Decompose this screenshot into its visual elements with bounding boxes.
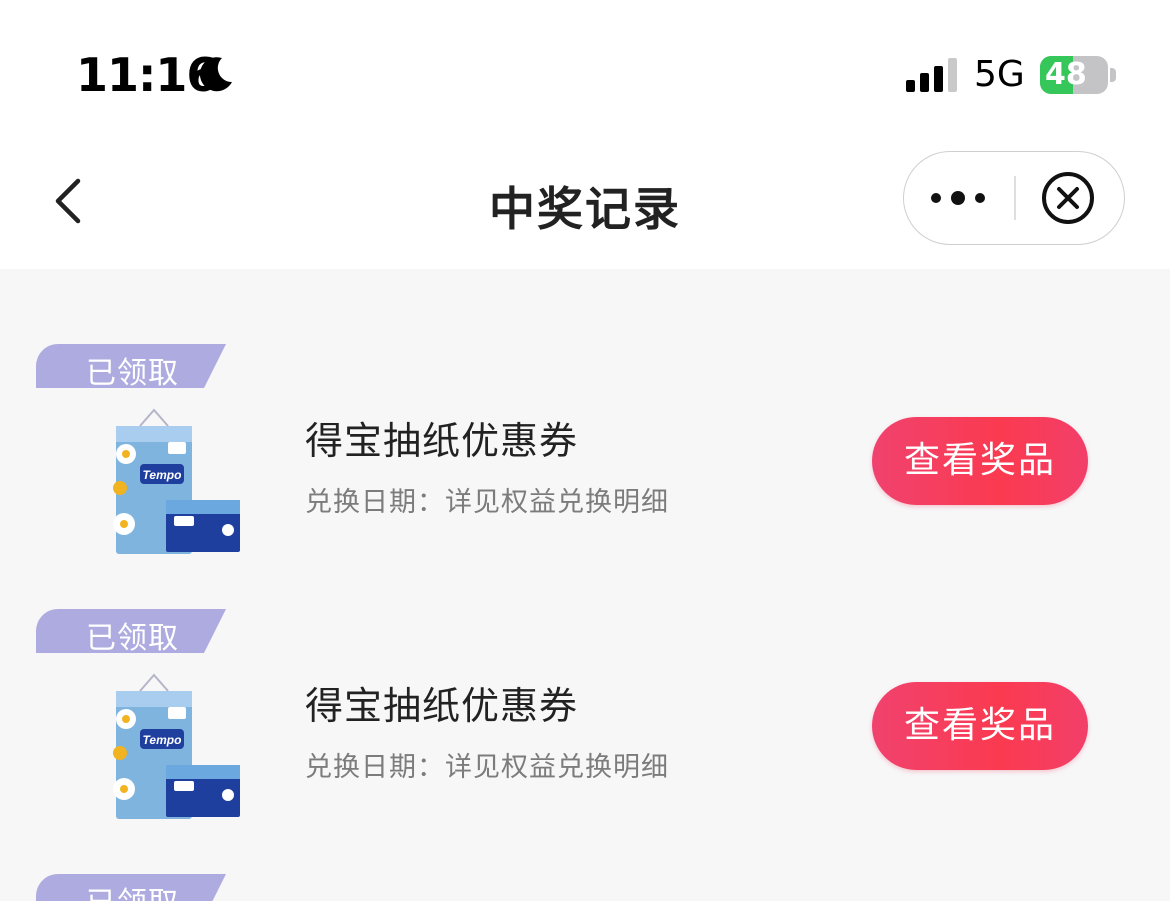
- redeem-date: 兑换日期：详见权益兑换明细: [305, 752, 669, 783]
- status-bar: 11:16 5G 48: [0, 0, 1170, 135]
- view-prize-button[interactable]: 查看奖品: [872, 417, 1088, 505]
- svg-text:Tempo: Tempo: [143, 733, 182, 747]
- status-tag-label: 已领取: [86, 878, 179, 901]
- prize-record: 已领取: [0, 874, 1170, 901]
- more-dots-icon[interactable]: [926, 174, 990, 222]
- mini-program-capsule: [903, 151, 1125, 245]
- status-tag: 已领取: [36, 874, 226, 901]
- prize-record: 已领取 Tempo 得宝抽纸优惠券 兑换日期：详见权益兑换明细 查看奖品: [0, 609, 1170, 874]
- prize-record: 已领取 Tempo 得宝抽纸优惠券 兑换日期：详见权益兑换明细 查看奖品: [0, 344, 1170, 609]
- battery-charging-icon: 48: [1040, 56, 1118, 94]
- redeem-date: 兑换日期：详见权益兑换明细: [305, 487, 669, 518]
- signal-icon: [906, 58, 957, 92]
- network-type: 5G: [974, 54, 1025, 95]
- view-prize-button[interactable]: 查看奖品: [872, 682, 1088, 770]
- status-tag: 已领取: [36, 609, 226, 656]
- prize-name: 得宝抽纸优惠券: [305, 419, 579, 463]
- status-tag: 已领取: [36, 344, 226, 391]
- status-tag-label: 已领取: [86, 356, 179, 391]
- battery-level: 48: [1045, 57, 1087, 92]
- tempo-tissue-image: Tempo: [113, 673, 240, 819]
- moon-icon: [199, 57, 232, 92]
- capsule-divider: [1014, 176, 1016, 220]
- prize-name: 得宝抽纸优惠券: [305, 684, 579, 728]
- status-tag-label: 已领取: [86, 621, 179, 656]
- close-circle-icon[interactable]: [1040, 170, 1096, 226]
- tempo-tissue-image: Tempo: [113, 408, 240, 554]
- svg-text:Tempo: Tempo: [143, 468, 182, 482]
- nav-bar: 中奖记录: [0, 135, 1170, 269]
